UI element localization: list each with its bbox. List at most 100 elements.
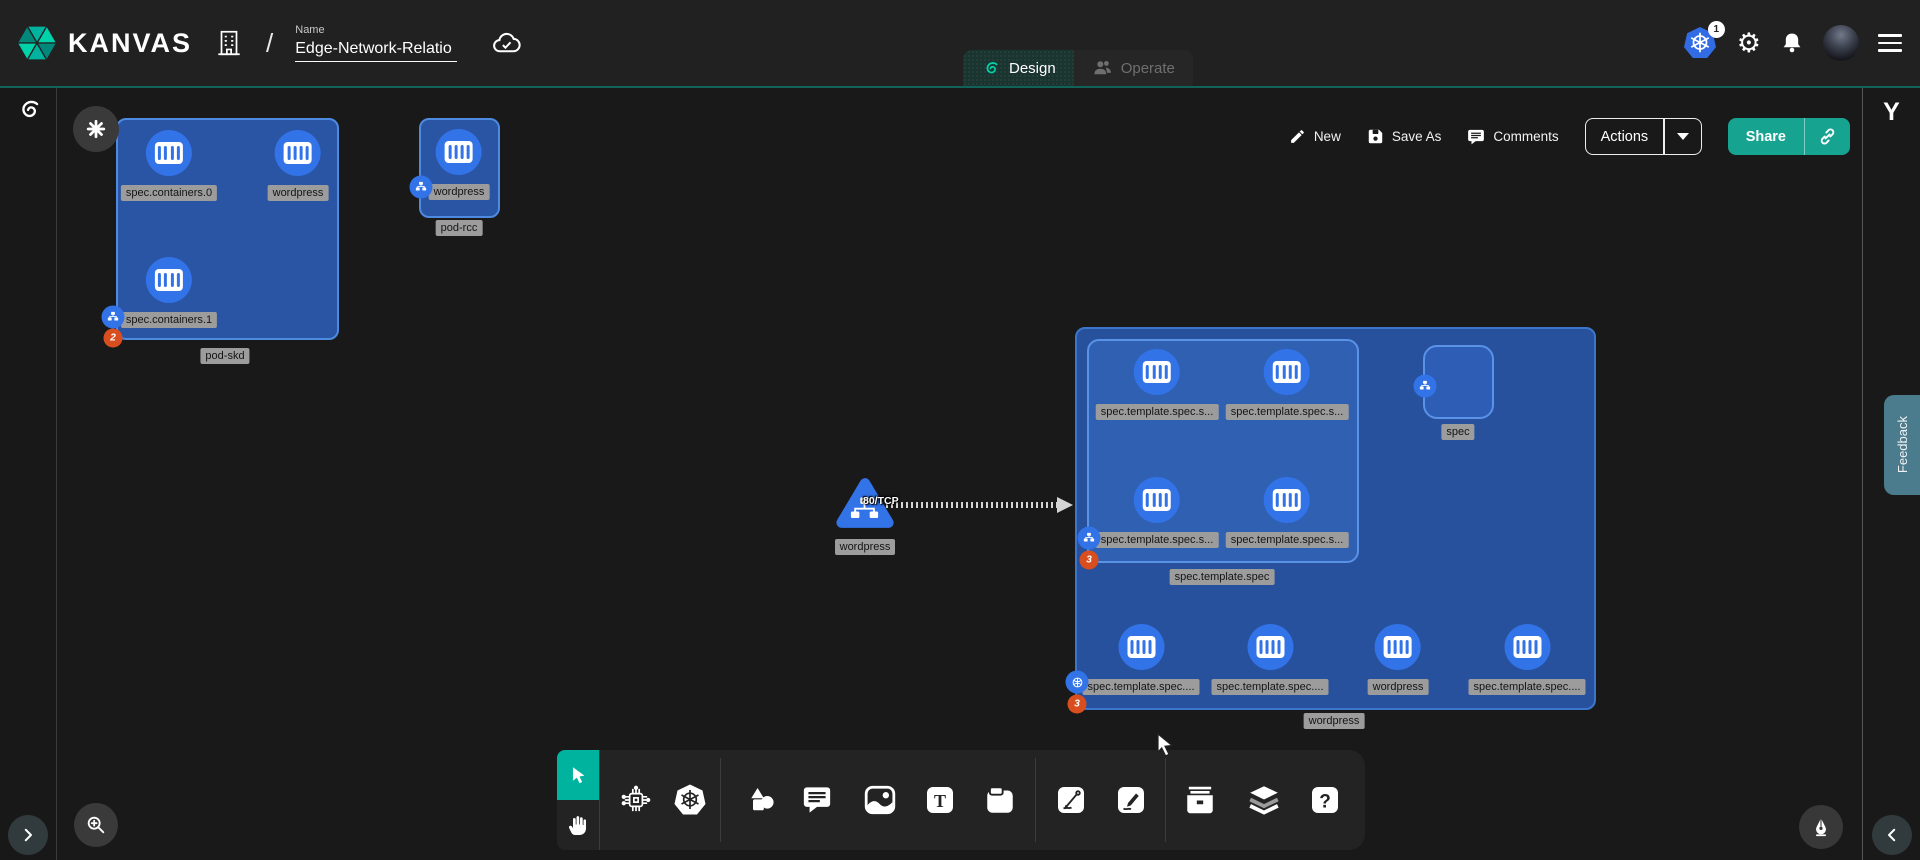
hierarchy-badge-icon[interactable] <box>102 306 125 329</box>
tab-operate[interactable]: Operate <box>1074 50 1193 86</box>
help-tool[interactable]: ? <box>1303 778 1347 822</box>
feedback-tab[interactable]: Feedback <box>1884 395 1920 495</box>
text-tool[interactable]: T <box>918 778 962 822</box>
menu-hamburger-icon[interactable] <box>1878 34 1902 52</box>
canvas-action-bar: New Save As Comments Actions <box>1289 118 1850 155</box>
shapes-icon <box>745 784 777 816</box>
chip-icon <box>619 783 653 817</box>
pan-tool[interactable] <box>557 800 599 850</box>
copy-link-icon[interactable] <box>1805 127 1850 146</box>
edge-port-label: 80/TCP <box>863 495 899 507</box>
breadcrumb-separator: / <box>266 28 273 59</box>
container-node[interactable]: spec.template.spec.s... <box>1096 349 1219 420</box>
layers-icon <box>1247 784 1281 816</box>
actions-dropdown-button[interactable]: Actions <box>1585 118 1702 155</box>
node-label: spec.template.spec.s... <box>1096 532 1219 548</box>
comment-icon <box>1467 128 1485 146</box>
note-tool[interactable] <box>978 778 1022 822</box>
container-node[interactable]: wordpress <box>268 130 329 201</box>
container-node[interactable]: spec.containers.0 <box>121 130 217 201</box>
user-avatar[interactable] <box>1823 25 1859 61</box>
container-node[interactable]: spec.template.spec.s... <box>1226 477 1349 548</box>
kubernetes-context-button[interactable]: 1 <box>1682 26 1718 60</box>
new-label: New <box>1314 129 1341 144</box>
service-node[interactable]: wordpress <box>835 476 895 555</box>
node-label: spec.template.spec.... <box>1212 679 1329 695</box>
tab-design[interactable]: Design <box>963 50 1074 86</box>
drawer-icon <box>1183 784 1217 816</box>
expand-left-panel-button[interactable] <box>8 815 48 855</box>
floppy-icon <box>1367 128 1384 145</box>
logo-text: KANVAS <box>68 28 192 59</box>
shapes-tool[interactable] <box>739 778 783 822</box>
name-label: Name <box>295 24 457 36</box>
hierarchy-badge-icon[interactable] <box>1078 527 1101 550</box>
container-icon <box>1134 349 1180 395</box>
kubernetes-tool[interactable] <box>668 778 712 822</box>
settings-gear-icon[interactable]: ⚙ <box>1737 30 1761 57</box>
node-label: spec.template.spec.s... <box>1226 404 1349 420</box>
chevron-right-icon <box>19 826 37 844</box>
group-label: spec.template.spec <box>1170 569 1275 585</box>
bezier-pen-icon <box>1055 784 1087 816</box>
container-icon <box>1247 624 1293 670</box>
service-edge[interactable] <box>871 502 1061 508</box>
comments-button[interactable]: Comments <box>1467 128 1558 146</box>
cloud-sync-icon <box>491 30 523 56</box>
feedback-label: Feedback <box>1895 416 1910 473</box>
container-node[interactable]: spec.containers.1 <box>121 257 217 328</box>
right-panel-logo[interactable]: Y <box>1883 98 1900 127</box>
node-label: spec.containers.1 <box>121 312 217 328</box>
ink-pen-button[interactable] <box>1799 805 1843 849</box>
comments-label: Comments <box>1493 129 1558 144</box>
kubernetes-wheel-icon <box>673 783 707 817</box>
layers-tool[interactable] <box>1242 778 1286 822</box>
comment-tool[interactable] <box>795 778 839 822</box>
notifications-bell-icon[interactable] <box>1780 31 1804 55</box>
asterisk-icon <box>85 118 107 140</box>
saved-designs-tool[interactable] <box>1178 778 1222 822</box>
hierarchy-badge-icon[interactable] <box>410 176 433 199</box>
expand-right-panel-button[interactable] <box>1872 815 1912 855</box>
pencil-tool[interactable] <box>1109 778 1153 822</box>
select-tool[interactable] <box>557 750 599 800</box>
issue-count-badge[interactable]: 3 <box>1068 695 1087 714</box>
share-button[interactable]: Share <box>1728 118 1850 155</box>
node-label: spec <box>1441 424 1474 440</box>
container-icon <box>146 130 192 176</box>
node-label: wordpress <box>835 539 896 555</box>
zoom-search-button[interactable] <box>74 803 118 847</box>
node-label: spec.template.spec.... <box>1469 679 1586 695</box>
container-node[interactable]: spec.template.spec.s... <box>1096 477 1219 548</box>
operate-users-icon <box>1092 58 1112 78</box>
image-tool[interactable] <box>858 778 902 822</box>
issue-count-badge[interactable]: 2 <box>104 329 123 348</box>
node-label: wordpress <box>1368 679 1429 695</box>
cursor-arrow-icon <box>567 764 589 786</box>
organization-icon[interactable] <box>214 28 244 58</box>
kanvas-logo[interactable]: KANVAS <box>16 22 192 64</box>
issue-count-badge[interactable]: 3 <box>1080 551 1099 570</box>
svg-text:?: ? <box>1319 792 1331 813</box>
new-button[interactable]: New <box>1289 128 1341 145</box>
container-icon <box>1264 349 1310 395</box>
components-tool[interactable] <box>614 778 658 822</box>
scale-flower-button[interactable] <box>73 106 119 152</box>
container-node[interactable]: spec.template.spec.... <box>1083 624 1200 695</box>
container-node[interactable]: spec.template.spec.s... <box>1226 349 1349 420</box>
meshery-swirl-icon[interactable] <box>14 96 42 129</box>
chevron-left-icon <box>1883 826 1901 844</box>
pen-tool[interactable] <box>1049 778 1093 822</box>
design-name-input[interactable] <box>295 38 457 62</box>
container-node[interactable]: wordpress <box>1368 624 1429 695</box>
save-as-button[interactable]: Save As <box>1367 128 1442 145</box>
chevron-down-icon[interactable] <box>1665 133 1701 140</box>
design-canvas[interactable]: New Save As Comments Actions <box>57 88 1862 860</box>
container-node[interactable]: spec.template.spec.... <box>1212 624 1329 695</box>
node-label: wordpress <box>268 185 329 201</box>
container-node[interactable]: spec.template.spec.... <box>1469 624 1586 695</box>
container-node[interactable]: wordpress <box>429 129 490 200</box>
hierarchy-badge-icon[interactable] <box>1414 375 1437 398</box>
left-sidebar <box>0 88 57 860</box>
globe-badge-icon[interactable] <box>1066 671 1089 694</box>
